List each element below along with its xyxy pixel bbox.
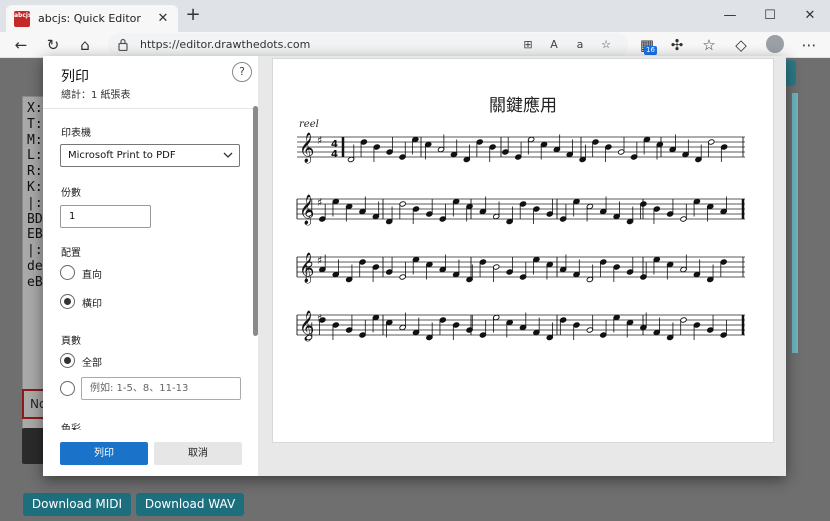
url-text: https://editor.drawthedots.com: [140, 38, 311, 51]
tab-title: abcjs: Quick Editor: [38, 12, 141, 25]
favorites-icon[interactable]: ☆: [698, 34, 720, 56]
new-tab-icon[interactable]: +: [184, 6, 202, 26]
copies-input[interactable]: 1: [60, 205, 151, 228]
sheet-count: 總計：1 紙張表: [61, 90, 131, 101]
chevron-down-icon: [223, 152, 233, 158]
app-available-icon[interactable]: ⊞: [518, 35, 538, 55]
dialog-title: 列印: [61, 69, 89, 85]
more-menu-icon[interactable]: ⋯: [798, 34, 820, 56]
download-midi-button[interactable]: Download MIDI: [23, 493, 131, 516]
refresh-icon[interactable]: ↻: [42, 34, 64, 56]
printer-label: 印表機: [61, 128, 91, 139]
key-signature-sharp: ♯: [317, 134, 322, 147]
read-aloud-icon[interactable]: A: [544, 35, 564, 55]
treble-clef-icon: 𝄞: [299, 252, 314, 284]
minimize-icon[interactable]: —: [710, 4, 750, 28]
tab-close-icon[interactable]: ✕: [156, 11, 170, 26]
treble-clef-icon: 𝄞: [299, 132, 314, 164]
address-bar[interactable]: https://editor.drawthedots.com ⊞ A a ☆: [108, 33, 628, 57]
settings-scroll-area[interactable]: 列印 總計：1 紙張表 ? 印表機 Microsoft Print to PDF…: [43, 56, 258, 430]
layout-label: 配置: [61, 248, 81, 259]
all-pages-radio[interactable]: [60, 353, 75, 368]
print-button[interactable]: 列印: [60, 442, 148, 465]
extensions-puzzle-icon[interactable]: ✣: [666, 34, 688, 56]
dialog-footer: 列印 取消: [43, 430, 258, 476]
tab-bar: abcjs abcjs: Quick Editor ✕ + — ☐ ✕: [0, 0, 830, 32]
score-title: 關鍵應用: [489, 96, 557, 116]
printer-select[interactable]: Microsoft Print to PDF: [60, 144, 240, 167]
back-icon[interactable]: ←: [10, 34, 32, 56]
color-label: 色彩: [61, 424, 81, 430]
profile-avatar[interactable]: [766, 35, 784, 53]
abcjs-favicon-icon: abcjs: [14, 10, 32, 27]
divider: [43, 108, 253, 109]
copies-label: 份數: [61, 188, 81, 199]
home-icon[interactable]: ⌂: [74, 34, 96, 56]
landscape-label: 橫印: [82, 299, 102, 310]
all-pages-label: 全部: [82, 358, 102, 369]
lock-icon: [118, 38, 128, 51]
teal-panel-edge: [792, 93, 798, 353]
browser-essentials-icon[interactable]: ◇: [730, 34, 752, 56]
portrait-label: 直向: [82, 270, 102, 281]
portrait-radio[interactable]: [60, 265, 75, 280]
sheet-music: 𝄞 ♯ 44𝄞 ♯𝄞 ♯𝄞 ♯: [296, 132, 745, 342]
download-wav-button[interactable]: Download WAV: [136, 493, 244, 516]
printer-value: Microsoft Print to PDF: [68, 150, 176, 161]
time-signature: 4: [331, 149, 338, 160]
browser-toolbar: ← ↻ ⌂ https://editor.drawthedots.com ⊞ A…: [0, 32, 830, 58]
cancel-button[interactable]: 取消: [154, 442, 242, 465]
print-settings-panel: 列印 總計：1 紙張表 ? 印表機 Microsoft Print to PDF…: [43, 56, 258, 476]
key-signature-sharp: ♯: [317, 196, 322, 209]
translate-icon[interactable]: a: [570, 35, 590, 55]
maximize-icon[interactable]: ☐: [750, 4, 790, 28]
favorite-add-icon[interactable]: ☆: [596, 35, 616, 55]
settings-scrollbar[interactable]: [253, 106, 258, 336]
extension-badge: 16: [644, 46, 657, 55]
print-dialog: 列印 總計：1 紙張表 ? 印表機 Microsoft Print to PDF…: [43, 56, 786, 476]
key-signature-sharp: ♯: [317, 254, 322, 267]
window-close-icon[interactable]: ✕: [790, 4, 830, 28]
browser-tab[interactable]: abcjs abcjs: Quick Editor ✕: [6, 5, 178, 32]
landscape-radio[interactable]: [60, 294, 75, 309]
print-preview-page: 關鍵應用 reel 𝄞 ♯ 4 4 𝄞 ♯ 𝄞 ♯ 𝄞 ♯: [272, 58, 774, 443]
custom-pages-radio[interactable]: [60, 381, 75, 396]
pages-label: 頁數: [61, 336, 81, 347]
page-range-input[interactable]: 例如: 1-5、8、11-13: [81, 377, 241, 400]
help-icon[interactable]: ?: [232, 62, 252, 82]
